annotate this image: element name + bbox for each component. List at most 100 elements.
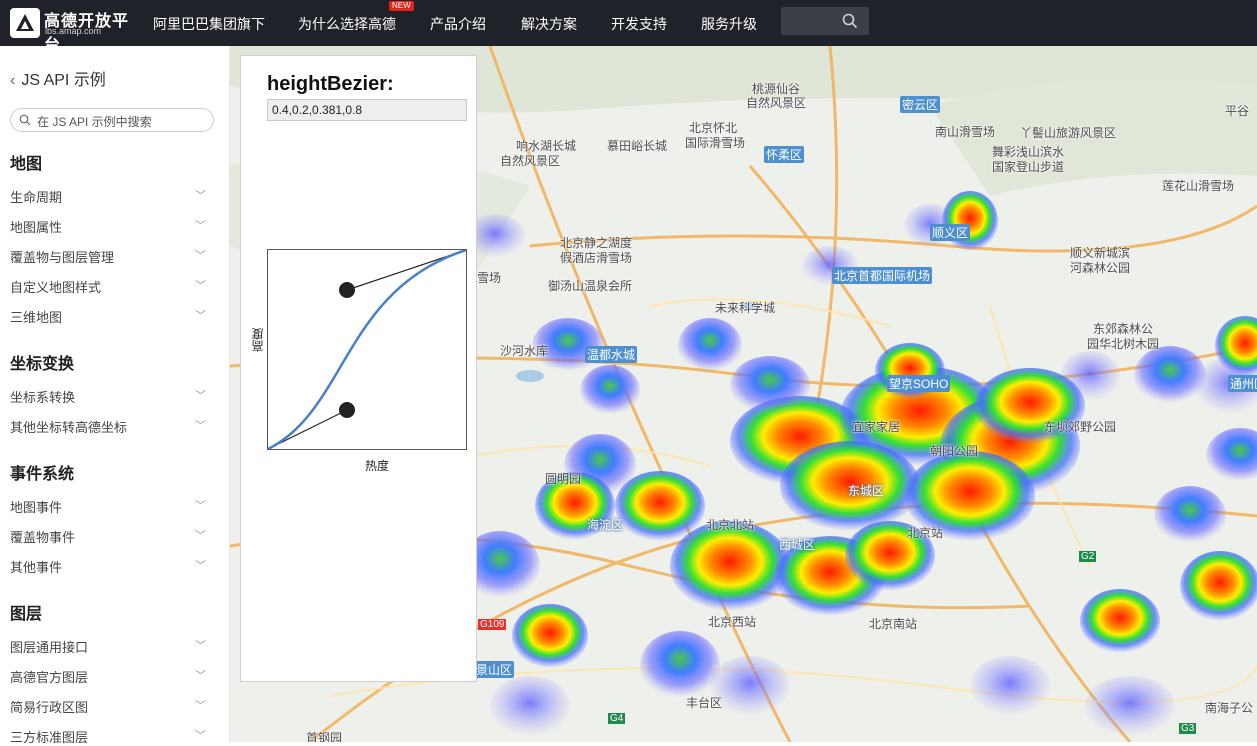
chevron-down-icon: ﹀ (195, 500, 206, 512)
back-label: JS API 示例 (21, 72, 106, 89)
sidebar-item-lifecycle[interactable]: 生命周期 ﹀ (10, 187, 210, 206)
sidebar-item-overlays[interactable]: 覆盖物与图层管理 ﹀ (10, 247, 210, 266)
chevron-down-icon: ﹀ (195, 420, 206, 432)
bezier-curve-editor[interactable] (267, 248, 467, 451)
group-title-layers: 图层 (10, 606, 43, 623)
chevron-down-icon: ﹀ (195, 220, 206, 232)
map-label: 御汤山温泉会所 (548, 279, 633, 293)
search-icon (19, 114, 31, 126)
map-label: 望京SOHO (887, 375, 951, 392)
map-label: 西城区 (779, 538, 816, 552)
map-label: 北京南站 (869, 617, 918, 631)
top-nav: 高德开放平台 lbs.amap.com 阿里巴巴集团旗下 为什么选择高德 NEW… (0, 0, 1257, 54)
group-title-events: 事件系统 (10, 466, 75, 483)
control-point-2[interactable] (339, 282, 355, 298)
map-label: 北京西站 (708, 615, 757, 629)
map-label: 东坝郊野公园 (1044, 420, 1117, 434)
search-icon[interactable] (842, 13, 858, 29)
map-label: 怀柔区 (764, 146, 805, 163)
sidebar-item-overlay-events[interactable]: 覆盖物事件 ﹀ (10, 527, 210, 546)
map-label: 沙河水库 (500, 344, 549, 358)
nav-service-upgrade[interactable]: 服务升级 (701, 14, 757, 34)
chevron-down-icon: ﹀ (195, 280, 206, 292)
bezier-curve (267, 248, 467, 451)
road-sign: G4 (608, 713, 626, 724)
back-link[interactable]: ‹ JS API 示例 (10, 66, 106, 90)
new-badge: NEW (389, 1, 414, 11)
sidebar-item-official-layers[interactable]: 高德官方图层 ﹀ (10, 667, 210, 686)
map-label: 南海子公 (1205, 701, 1254, 715)
map-label: 慕田峪长城 (607, 139, 668, 153)
map-label: 丫髻山旅游风景区 (1020, 126, 1117, 140)
map-label: 景山区 (474, 661, 515, 678)
map-label: 东城区 (848, 484, 885, 498)
map-label: 园华北树木园 (1087, 337, 1160, 351)
map-label: 丰台区 (686, 696, 723, 710)
logo-subtitle: lbs.amap.com (45, 26, 102, 36)
nav-why-amap[interactable]: 为什么选择高德 (298, 14, 396, 34)
group-title-map: 地图 (10, 156, 43, 173)
chevron-down-icon: ﹀ (195, 560, 206, 572)
sidebar-item-other-events[interactable]: 其他事件 ﹀ (10, 557, 210, 576)
road-sign: G3 (1179, 723, 1197, 734)
group-title-coords: 坐标变换 (10, 356, 75, 373)
map-label: 假酒店滑雪场 (560, 251, 633, 265)
height-bezier-value-field[interactable]: 0.4,0.2,0.381,0.8 (267, 99, 467, 121)
nav-search-input[interactable] (781, 7, 869, 35)
map-label: 宜家家居 (852, 420, 901, 434)
map-label: 自然风景区 (500, 154, 561, 168)
panel-title: heightBezier: (267, 73, 394, 95)
amap-logo-icon (10, 8, 40, 38)
road-sign: G2 (1079, 551, 1097, 562)
map-label: 雪场 (477, 271, 502, 285)
map-label: 国际滑雪场 (685, 136, 746, 150)
sidebar-item-coord-convert[interactable]: 坐标系转换 ﹀ (10, 387, 210, 406)
map-label: 莲花山滑雪场 (1162, 179, 1235, 193)
sidebar-item-layer-api[interactable]: 图层通用接口 ﹀ (10, 637, 210, 656)
nav-alibaba[interactable]: 阿里巴巴集团旗下 (153, 14, 265, 34)
nav-solutions[interactable]: 解决方案 (521, 14, 577, 34)
sidebar-search-placeholder: 在 JS API 示例中搜索 (37, 115, 152, 129)
bezier-x-axis-label: 热度 (365, 459, 390, 473)
map-label: 首钢园 (306, 731, 343, 742)
chevron-down-icon: ﹀ (195, 700, 206, 712)
chevron-down-icon: ﹀ (195, 310, 206, 322)
map-label: 北京北站 (706, 518, 755, 532)
sidebar-item-map-props[interactable]: 地图属性 ﹀ (10, 217, 210, 236)
map-label: 北京首都国际机场 (832, 267, 933, 284)
map-label: 海淀区 (587, 518, 624, 532)
map-label: 河森林公园 (1070, 261, 1131, 275)
map-label: 通州区 (1228, 375, 1257, 392)
map-label: 圆明园 (545, 472, 582, 486)
chevron-down-icon: ﹀ (195, 640, 206, 652)
sidebar-item-district[interactable]: 简易行政区图 ﹀ (10, 697, 210, 716)
road-sign: G109 (478, 619, 507, 630)
sidebar-search-input[interactable]: 在 JS API 示例中搜索 (10, 108, 214, 132)
chevron-down-icon: ﹀ (195, 390, 206, 402)
sidebar-item-map-events[interactable]: 地图事件 ﹀ (10, 497, 210, 516)
bezier-curve-svg (267, 248, 467, 451)
map-label: 未来科学城 (715, 301, 776, 315)
map-label: 自然风景区 (746, 96, 807, 110)
sidebar: ‹ JS API 示例 在 JS API 示例中搜索 地图 生命周期 ﹀ 地图属性 ﹀… (0, 46, 230, 745)
control-point-1[interactable] (339, 402, 355, 418)
nav-dev-support[interactable]: 开发支持 (611, 14, 667, 34)
map-label: 南山滑雪场 (935, 125, 996, 139)
sidebar-item-third-party[interactable]: 三方标准图层 ﹀ (10, 727, 210, 746)
nav-products[interactable]: 产品介绍 (430, 14, 486, 34)
sidebar-item-custom-style[interactable]: 自定义地图样式 ﹀ (10, 277, 210, 296)
map-label: 温都水城 (585, 346, 638, 363)
sidebar-item-3d-map[interactable]: 三维地图 ﹀ (10, 307, 210, 326)
map-label: 国家登山步道 (992, 160, 1065, 174)
sidebar-item-other-coords[interactable]: 其他坐标转高德坐标 ﹀ (10, 417, 210, 436)
height-bezier-panel: heightBezier: 0.4,0.2,0.381,0.8 高度 热度 (240, 55, 477, 682)
amap-logo[interactable]: 高德开放平台 lbs.amap.com (10, 5, 140, 54)
map-label: 平谷 (1225, 104, 1250, 118)
chevron-left-icon: ‹ (10, 72, 16, 89)
chevron-down-icon: ﹀ (195, 730, 206, 742)
bezier-y-axis-label: 高度 (251, 328, 265, 352)
map-label: 朝阳公园 (930, 444, 979, 458)
chevron-down-icon: ﹀ (195, 670, 206, 682)
map-label: 顺义区 (930, 224, 971, 241)
chevron-down-icon: ﹀ (195, 530, 206, 542)
